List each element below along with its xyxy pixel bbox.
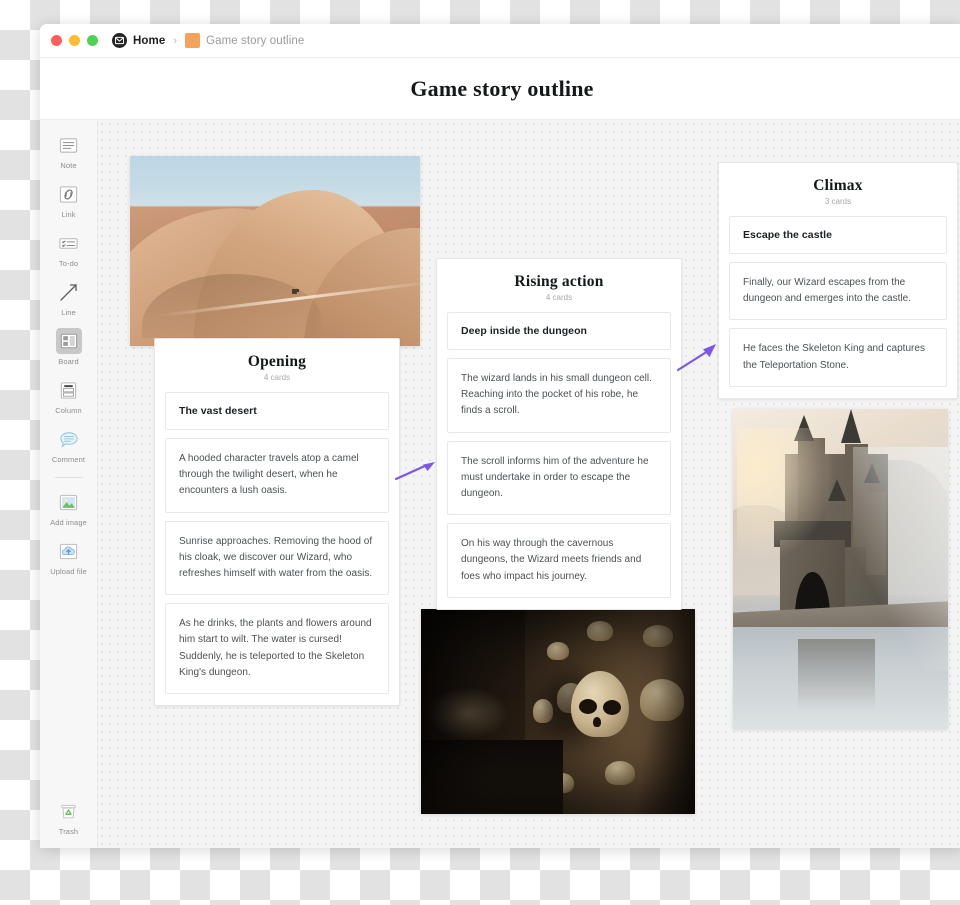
card-body-text: On his way through the cavernous dungeon… bbox=[461, 538, 642, 582]
app-window: Home › Game story outline Game story out… bbox=[40, 24, 960, 848]
card-note[interactable]: A hooded character travels atop a camel … bbox=[165, 438, 389, 513]
sidebar-item-add-image[interactable]: Add image bbox=[40, 489, 97, 527]
breadcrumb-board-color-swatch bbox=[185, 33, 201, 48]
card-heading[interactable]: Escape the castle bbox=[729, 216, 947, 254]
dune-figures bbox=[292, 289, 298, 294]
card-body-text: The scroll informs him of the adventure … bbox=[461, 455, 649, 499]
line-icon bbox=[56, 279, 82, 305]
card-heading-text: Deep inside the dungeon bbox=[461, 325, 587, 337]
column-icon bbox=[56, 377, 82, 403]
castle-sunlight bbox=[737, 428, 837, 563]
comment-icon bbox=[56, 426, 82, 452]
breadcrumb-separator-icon: › bbox=[173, 34, 178, 47]
upload-file-icon bbox=[56, 538, 82, 564]
sidebar-item-board-label: Board bbox=[58, 357, 79, 366]
todo-icon bbox=[56, 230, 82, 256]
breadcrumb-home-link[interactable]: Home bbox=[133, 35, 165, 47]
column-opening[interactable]: Opening 4 cards The vast desert A hooded… bbox=[154, 338, 400, 706]
card-note[interactable]: The scroll informs him of the adventure … bbox=[447, 440, 671, 516]
sidebar-item-todo[interactable]: To-do bbox=[40, 230, 97, 268]
sidebar-item-line[interactable]: Line bbox=[40, 279, 97, 317]
sidebar-item-todo-label: To-do bbox=[58, 259, 79, 268]
column-card-count: 4 cards bbox=[263, 373, 291, 382]
traffic-light-controls bbox=[51, 35, 98, 46]
sidebar-item-column[interactable]: Column bbox=[40, 377, 97, 415]
desert-dunes-photo[interactable] bbox=[130, 156, 420, 346]
sidebar-item-link[interactable]: Link bbox=[40, 181, 97, 219]
breadcrumb: Home › Game story outline bbox=[112, 33, 304, 48]
card-body-text: The wizard lands in his small dungeon ce… bbox=[461, 373, 652, 417]
castle-fog bbox=[853, 447, 948, 672]
sidebar-item-link-label: Link bbox=[61, 210, 76, 219]
card-body-text: Finally, our Wizard escapes from the dun… bbox=[743, 277, 912, 305]
sidebar-item-upload-file[interactable]: Upload file bbox=[40, 538, 97, 576]
arrow-rising-to-climax[interactable] bbox=[676, 342, 720, 374]
column-title: Rising action bbox=[514, 273, 604, 290]
breadcrumb-current-page[interactable]: Game story outline bbox=[206, 35, 304, 47]
maximize-window-button[interactable] bbox=[87, 35, 98, 46]
tool-sidebar: Note Link To-do Line Board Column Commen… bbox=[40, 120, 98, 848]
sidebar-item-line-label: Line bbox=[61, 308, 76, 317]
card-body-text: Sunrise approaches. Removing the hood of… bbox=[179, 535, 373, 579]
sidebar-item-note[interactable]: Note bbox=[40, 132, 97, 170]
note-icon bbox=[56, 132, 82, 158]
card-body-text: A hooded character travels atop a camel … bbox=[179, 453, 359, 497]
minimize-window-button[interactable] bbox=[69, 35, 80, 46]
column-card-count: 3 cards bbox=[824, 197, 852, 206]
arrow-opening-to-rising[interactable] bbox=[394, 458, 438, 484]
sidebar-item-upload-file-label: Upload file bbox=[50, 567, 87, 576]
board-canvas[interactable]: Opening 4 cards The vast desert A hooded… bbox=[98, 120, 960, 848]
card-note[interactable]: He faces the Skeleton King and captures … bbox=[729, 328, 947, 387]
misty-castle-photo[interactable] bbox=[733, 409, 948, 729]
castle-roof-center bbox=[840, 409, 861, 443]
document-header: Game story outline bbox=[40, 58, 960, 120]
card-note[interactable]: On his way through the cavernous dungeon… bbox=[447, 523, 671, 598]
catacombs-skulls-photo[interactable] bbox=[421, 609, 695, 814]
window-body: Note Link To-do Line Board Column Commen… bbox=[40, 120, 960, 848]
trash-icon bbox=[56, 798, 82, 824]
page-title: Game story outline bbox=[410, 75, 594, 101]
card-heading-text: Escape the castle bbox=[743, 229, 832, 241]
card-note[interactable]: Finally, our Wizard escapes from the dun… bbox=[729, 262, 947, 321]
window-titlebar: Home › Game story outline bbox=[40, 24, 960, 58]
sidebar-item-board[interactable]: Board bbox=[40, 328, 97, 366]
card-body-text: As he drinks, the plants and flowers aro… bbox=[179, 618, 372, 678]
card-heading[interactable]: The vast desert bbox=[165, 392, 389, 430]
column-rising-action[interactable]: Rising action 4 cards Deep inside the du… bbox=[436, 258, 682, 610]
sidebar-item-note-label: Note bbox=[60, 161, 77, 170]
sidebar-item-add-image-label: Add image bbox=[50, 518, 87, 527]
sidebar-item-trash-label: Trash bbox=[58, 827, 79, 836]
sidebar-item-trash[interactable]: Trash bbox=[40, 798, 97, 836]
close-window-button[interactable] bbox=[51, 35, 62, 46]
column-title: Opening bbox=[247, 353, 307, 370]
add-image-icon bbox=[56, 489, 82, 515]
card-note[interactable]: The wizard lands in his small dungeon ce… bbox=[447, 358, 671, 433]
sidebar-item-column-label: Column bbox=[55, 406, 82, 415]
card-heading-text: The vast desert bbox=[179, 405, 257, 417]
link-icon bbox=[56, 181, 82, 207]
card-note[interactable]: As he drinks, the plants and flowers aro… bbox=[165, 603, 389, 694]
column-climax[interactable]: Climax 3 cards Escape the castle Finally… bbox=[718, 162, 958, 399]
card-note[interactable]: Sunrise approaches. Removing the hood of… bbox=[165, 520, 389, 596]
home-logo-icon bbox=[112, 33, 127, 48]
card-heading[interactable]: Deep inside the dungeon bbox=[447, 312, 671, 350]
sidebar-divider bbox=[54, 477, 83, 478]
sidebar-item-comment[interactable]: Comment bbox=[40, 426, 97, 464]
catacomb-vignette bbox=[421, 609, 695, 814]
board-icon bbox=[55, 328, 82, 354]
sidebar-item-comment-label: Comment bbox=[51, 455, 86, 464]
column-title: Climax bbox=[813, 177, 863, 194]
column-card-count: 4 cards bbox=[545, 293, 573, 302]
card-body-text: He faces the Skeleton King and captures … bbox=[743, 343, 926, 371]
